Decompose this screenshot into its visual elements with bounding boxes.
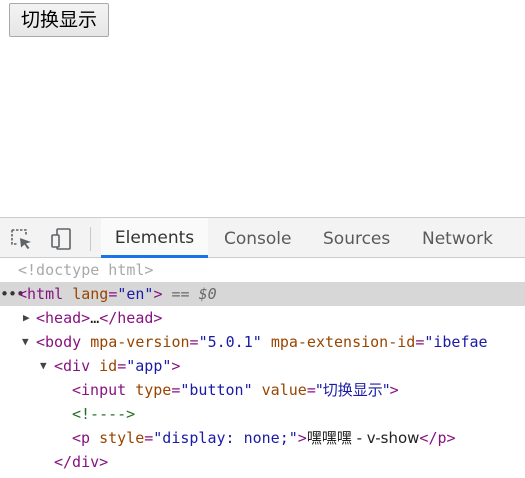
head-node-text: <head>…</head>: [36, 309, 163, 327]
page-viewport: 切换显示: [0, 0, 525, 217]
div-node-text: <div id="app">: [54, 357, 181, 375]
doctype-text: <!doctype html>: [18, 261, 154, 279]
toolbar-divider: [90, 227, 91, 251]
dom-node-div-app[interactable]: ▼ <div id="app">: [0, 354, 525, 378]
device-toolbar-icon[interactable]: [50, 228, 74, 250]
div-close-text: </div>: [54, 453, 109, 471]
dom-node-input[interactable]: <input type="button" value="切换显示">: [0, 378, 525, 402]
dom-node-html[interactable]: ••• <html lang="en"> == $0: [0, 282, 525, 306]
inspect-element-icon[interactable]: [10, 228, 34, 250]
html-node-text: <html lang="en"> == $0: [18, 285, 217, 303]
tab-console[interactable]: Console: [224, 218, 292, 258]
comment-node-text: <!---->: [72, 405, 136, 423]
dom-node-comment[interactable]: <!---->: [0, 402, 525, 426]
p-node-text: <p style="display: none;">嘿嘿嘿 - v-show</…: [72, 429, 456, 447]
dom-node-head[interactable]: ▶ <head>…</head>: [0, 306, 525, 330]
body-node-text: <body mpa-version="5.0.1" mpa-extension-…: [36, 333, 488, 351]
dom-tree: <!doctype html> ••• <html lang="en"> == …: [0, 258, 525, 474]
collapse-triangle-icon[interactable]: ▼: [22, 330, 29, 354]
expand-triangle-icon[interactable]: ▶: [23, 306, 30, 330]
devtools-toolbar: Elements Console Sources Network: [0, 218, 525, 258]
dom-node-div-close[interactable]: </div>: [0, 450, 525, 474]
input-node-text: <input type="button" value="切换显示">: [72, 381, 399, 399]
devtools-panel: Elements Console Sources Network <!docty…: [0, 217, 525, 478]
page: 切换显示 Elements Console Sources Network <!…: [0, 0, 525, 478]
dom-node-doctype[interactable]: <!doctype html>: [0, 258, 525, 282]
collapse-triangle-icon[interactable]: ▼: [40, 354, 47, 378]
tab-network[interactable]: Network: [422, 218, 493, 258]
dom-node-body[interactable]: ▼ <body mpa-version="5.0.1" mpa-extensio…: [0, 330, 525, 354]
tab-elements[interactable]: Elements: [101, 218, 208, 258]
dom-node-p[interactable]: <p style="display: none;">嘿嘿嘿 - v-show</…: [0, 426, 525, 450]
toggle-display-button[interactable]: 切换显示: [9, 3, 110, 37]
tab-sources[interactable]: Sources: [323, 218, 390, 258]
